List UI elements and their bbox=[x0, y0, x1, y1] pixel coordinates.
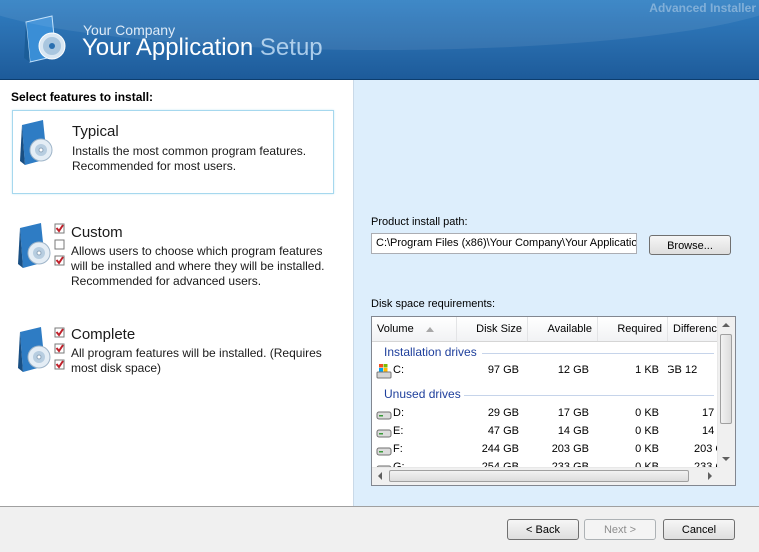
required-cell: 0 KB bbox=[635, 443, 659, 455]
sort-ascending-icon bbox=[426, 327, 434, 332]
required-cell: 0 KB bbox=[635, 425, 659, 437]
description-line: will be installed and where they will be… bbox=[71, 259, 325, 273]
drive-icon bbox=[376, 411, 392, 420]
footer-bar: < Back Next > Cancel bbox=[0, 506, 759, 552]
app-title: Your Application Setup bbox=[82, 34, 323, 62]
required-cell: 0 KB bbox=[635, 407, 659, 419]
column-header-volume[interactable]: Volume bbox=[372, 317, 457, 341]
disk-size-cell: 244 GB bbox=[481, 443, 519, 455]
column-header-disk-size[interactable]: Disk Size bbox=[457, 317, 528, 341]
install-path-label: Product install path: bbox=[371, 216, 468, 228]
feature-name: Custom bbox=[71, 224, 123, 241]
description-line: Recommended for most users. bbox=[72, 159, 237, 173]
description-line: most disk space) bbox=[71, 361, 162, 375]
available-cell: 203 GB bbox=[551, 443, 589, 455]
available-cell: 17 GB bbox=[557, 407, 589, 419]
table-row[interactable]: C: 97 GB 12 GB 1 KB 12 GB bbox=[372, 362, 720, 380]
disk-size-cell: 47 GB bbox=[487, 425, 519, 437]
cancel-button[interactable]: Cancel bbox=[663, 519, 735, 540]
feature-option-typical[interactable]: Typical Installs the most common program… bbox=[12, 110, 334, 194]
watermark: Advanced Installer bbox=[649, 1, 756, 15]
feature-description: Allows users to choose which program fea… bbox=[71, 244, 331, 289]
feature-name: Typical bbox=[72, 123, 119, 140]
scroll-up-icon[interactable] bbox=[722, 323, 730, 327]
group-header-unused: Unused drives bbox=[384, 387, 461, 401]
volume-cell: D: bbox=[393, 407, 404, 419]
volume-cell: E: bbox=[393, 425, 404, 437]
feature-option-custom[interactable]: Custom Allows users to choose which prog… bbox=[12, 214, 332, 296]
setup-cd-icon bbox=[18, 327, 65, 372]
app-title-suffix: Setup bbox=[259, 34, 323, 61]
description-line: All program features will be installed. … bbox=[71, 346, 322, 360]
description-line: Allows users to choose which program fea… bbox=[71, 244, 323, 258]
volume-cell: F: bbox=[393, 443, 403, 455]
volume-cell: C: bbox=[393, 364, 404, 376]
group-divider bbox=[464, 395, 714, 396]
drive-icon bbox=[376, 447, 392, 456]
table-row[interactable]: E: 47 GB 14 GB 0 KB 14 GB bbox=[372, 423, 720, 441]
horizontal-scrollbar[interactable] bbox=[372, 467, 720, 485]
feature-section-title: Select features to install: bbox=[11, 90, 154, 104]
column-label: Volume bbox=[377, 323, 414, 335]
feature-option-complete[interactable]: Complete All program features will be in… bbox=[12, 318, 332, 388]
install-path-input[interactable]: C:\Program Files (x86)\Your Company\Your… bbox=[371, 233, 637, 254]
disk-size-cell: 29 GB bbox=[487, 407, 519, 419]
description-line: Installs the most common program feature… bbox=[72, 144, 307, 158]
column-header-available[interactable]: Available bbox=[528, 317, 598, 341]
horizontal-scroll-thumb[interactable] bbox=[389, 470, 689, 482]
app-name: Your Application bbox=[82, 34, 254, 61]
settings-panel: Product install path: C:\Program Files (… bbox=[353, 80, 759, 506]
scrollbar-corner bbox=[718, 468, 735, 485]
vertical-scroll-thumb[interactable] bbox=[720, 334, 732, 424]
browse-button[interactable]: Browse... bbox=[649, 235, 731, 255]
disk-space-list: Volume Disk Size Available Required Diff… bbox=[371, 316, 736, 486]
scroll-right-icon[interactable] bbox=[708, 472, 712, 480]
description-line: Recommended for advanced users. bbox=[71, 274, 262, 288]
scroll-down-icon[interactable] bbox=[722, 457, 730, 461]
list-header: Volume Disk Size Available Required Diff… bbox=[372, 317, 723, 342]
windows-drive-icon bbox=[376, 364, 392, 379]
feature-panel: Select features to install: Typical Inst… bbox=[0, 80, 353, 506]
next-button[interactable]: Next > bbox=[584, 519, 656, 540]
table-row[interactable]: D: 29 GB 17 GB 0 KB 17 GB bbox=[372, 405, 720, 423]
back-button[interactable]: < Back bbox=[507, 519, 579, 540]
setup-cd-icon bbox=[18, 223, 65, 268]
table-row[interactable]: F: 244 GB 203 GB 0 KB 203 GB bbox=[372, 441, 720, 459]
required-cell: 1 KB bbox=[635, 364, 659, 376]
feature-description: All program features will be installed. … bbox=[71, 346, 331, 376]
scroll-left-icon[interactable] bbox=[378, 472, 382, 480]
group-divider bbox=[482, 353, 714, 354]
disk-space-label: Disk space requirements: bbox=[371, 298, 496, 310]
drive-icon bbox=[376, 429, 392, 438]
group-header-installation: Installation drives bbox=[384, 345, 477, 359]
setup-cd-icon bbox=[20, 120, 53, 165]
vertical-scrollbar[interactable] bbox=[717, 317, 735, 469]
header-banner: Your Company Your Application Setup Adva… bbox=[0, 0, 759, 80]
setup-cd-icon bbox=[24, 15, 66, 63]
available-cell: 12 GB bbox=[557, 364, 589, 376]
disk-size-cell: 97 GB bbox=[487, 364, 519, 376]
column-header-required[interactable]: Required bbox=[598, 317, 668, 341]
feature-description: Installs the most common program feature… bbox=[72, 144, 332, 174]
difference-cell: 12 GB bbox=[668, 364, 698, 376]
feature-name: Complete bbox=[71, 326, 136, 343]
available-cell: 14 GB bbox=[557, 425, 589, 437]
